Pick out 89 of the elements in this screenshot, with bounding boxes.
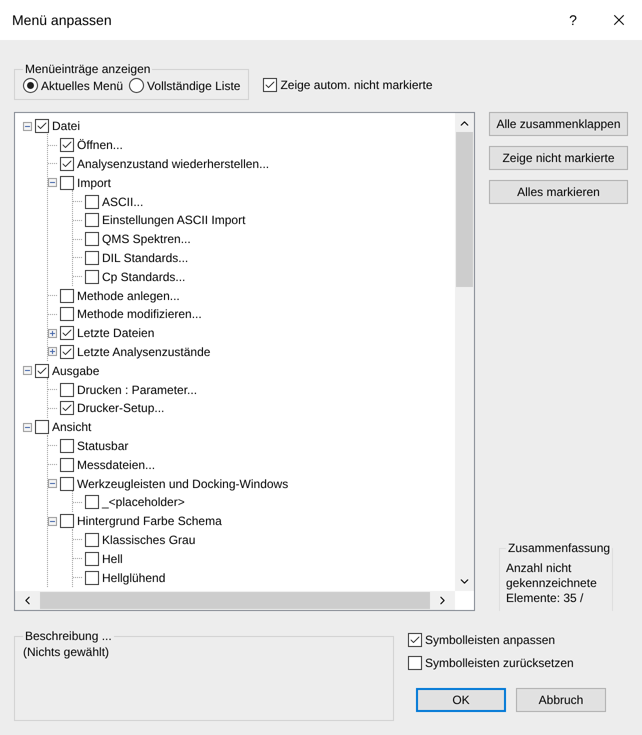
tree-item-label[interactable]: Cp Standards... [102, 270, 186, 284]
checkbox-label: Symbolleisten zurücksetzen [425, 656, 574, 670]
checkbox[interactable] [60, 476, 74, 491]
tree-item-label[interactable]: Methode modifizieren... [77, 307, 202, 322]
tree-item-label[interactable]: Werkzeugleisten und Docking-Windows [77, 476, 288, 491]
checkbox[interactable] [60, 288, 74, 303]
checkbox[interactable] [85, 194, 99, 209]
tree-item-label[interactable]: Datei [52, 119, 80, 134]
collapse-icon[interactable] [23, 366, 32, 376]
checkbox[interactable] [60, 344, 74, 359]
help-button[interactable]: ? [550, 0, 596, 40]
checkbox[interactable] [85, 570, 99, 585]
checkbox[interactable] [35, 364, 49, 378]
tree-item-label[interactable]: ASCII... [102, 194, 144, 209]
window-title: Menü anpassen [12, 12, 113, 28]
radio-option[interactable]: Vollständige Liste [129, 78, 240, 93]
tree-item-label[interactable]: Statusbar [77, 438, 128, 453]
tree-item-label[interactable]: Klassisches Grau [102, 532, 196, 547]
checkbox[interactable] [60, 382, 74, 397]
checkbox[interactable] [85, 532, 99, 547]
group-title: Zusammenfassung [507, 542, 612, 555]
checkbox-label: Symbolleisten anpassen [425, 633, 556, 647]
checkbox[interactable] [60, 176, 74, 190]
check-icon [409, 634, 421, 646]
checkbox[interactable] [60, 138, 74, 152]
tree-item-label[interactable]: DIL Standards... [102, 250, 188, 265]
cancel-button[interactable]: Abbruch [516, 688, 606, 712]
horizontal-scrollbar[interactable] [15, 591, 455, 610]
tree-item-label[interactable]: QMS Spektren... [102, 232, 191, 246]
group-title: Beschreibung ... [24, 629, 113, 643]
checkbox[interactable] [35, 420, 49, 434]
tree-item-label[interactable]: Ausgabe [52, 364, 100, 378]
tree-item-label[interactable]: Ansicht [52, 420, 92, 434]
checkbox[interactable] [85, 552, 99, 566]
action-button[interactable]: Alles markieren [489, 180, 628, 204]
radio-label: Vollständige Liste [147, 78, 240, 92]
tree-item-label[interactable]: Methode anlegen... [77, 288, 180, 303]
checkbox[interactable] [85, 495, 99, 510]
tree-item-label[interactable]: Einstellungen ASCII Import [102, 213, 246, 228]
tree-item-label[interactable]: Letzte Analysenzustände [77, 344, 210, 359]
checkbox-label: Zeige autom. nicht markierte [280, 78, 433, 92]
radio-label: Aktuelles Menü [41, 78, 124, 92]
action-button[interactable]: Alle zusammenklappen [489, 112, 628, 136]
checkbox[interactable] [85, 270, 99, 284]
checkbox[interactable] [408, 633, 422, 647]
tree-item-label[interactable]: Import [77, 176, 112, 190]
checkbox[interactable] [60, 458, 74, 472]
check-icon [61, 346, 73, 358]
expand-icon[interactable] [48, 328, 57, 338]
tree-item-label[interactable]: Hellglühend [102, 570, 166, 585]
radio-button[interactable] [23, 78, 38, 93]
checkbox[interactable] [85, 232, 99, 246]
radio-button[interactable] [129, 78, 144, 93]
vertical-scrollbar[interactable] [455, 113, 474, 591]
checkbox[interactable] [263, 78, 278, 92]
description-text: (Nichts gewählt) [23, 645, 110, 659]
checkbox[interactable] [408, 656, 422, 670]
checkbox[interactable] [60, 156, 74, 171]
checkbox[interactable] [85, 213, 99, 228]
ok-button[interactable]: OK [416, 688, 506, 712]
tree-item-label[interactable]: Öffnen... [77, 138, 123, 152]
collapse-icon[interactable] [23, 122, 32, 131]
expand-icon[interactable] [48, 347, 57, 356]
tree-item-label[interactable]: _<placeholder> [102, 495, 185, 510]
collapse-icon[interactable] [48, 516, 57, 526]
tree-item-label[interactable]: Hintergrund Farbe Schema [77, 514, 222, 528]
checkbox[interactable] [60, 307, 74, 322]
collapse-icon[interactable] [23, 422, 32, 432]
tree-item-label[interactable]: Drucken : Parameter... [77, 382, 198, 397]
checkbox[interactable] [85, 250, 99, 265]
check-icon [61, 158, 73, 170]
checkbox[interactable] [60, 326, 74, 340]
checkbox[interactable] [35, 119, 49, 134]
tree-item-label[interactable]: Messdateien... [77, 458, 156, 472]
checkbox[interactable] [60, 401, 74, 416]
tree-item-label[interactable]: Hell [102, 552, 123, 566]
checkbox[interactable] [60, 438, 74, 453]
collapse-icon[interactable] [48, 479, 57, 488]
check-icon [264, 79, 276, 91]
tree-item-label[interactable]: Letzte Dateien [77, 326, 154, 340]
check-icon [36, 364, 48, 377]
checkbox[interactable] [60, 514, 74, 528]
summary-text: Anzahl nicht gekennzeichnete Elemente: 35 / [506, 561, 598, 606]
group-title: Menüeinträge anzeigen [24, 62, 152, 76]
tree-item-label[interactable]: Drucker-Setup... [77, 401, 164, 416]
tree-item-label[interactable]: Analysenzustand wiederherstellen... [77, 156, 270, 171]
collapse-icon[interactable] [48, 178, 57, 188]
radio-option[interactable]: Aktuelles Menü [23, 78, 124, 93]
action-button[interactable]: Zeige nicht markierte [489, 146, 628, 170]
